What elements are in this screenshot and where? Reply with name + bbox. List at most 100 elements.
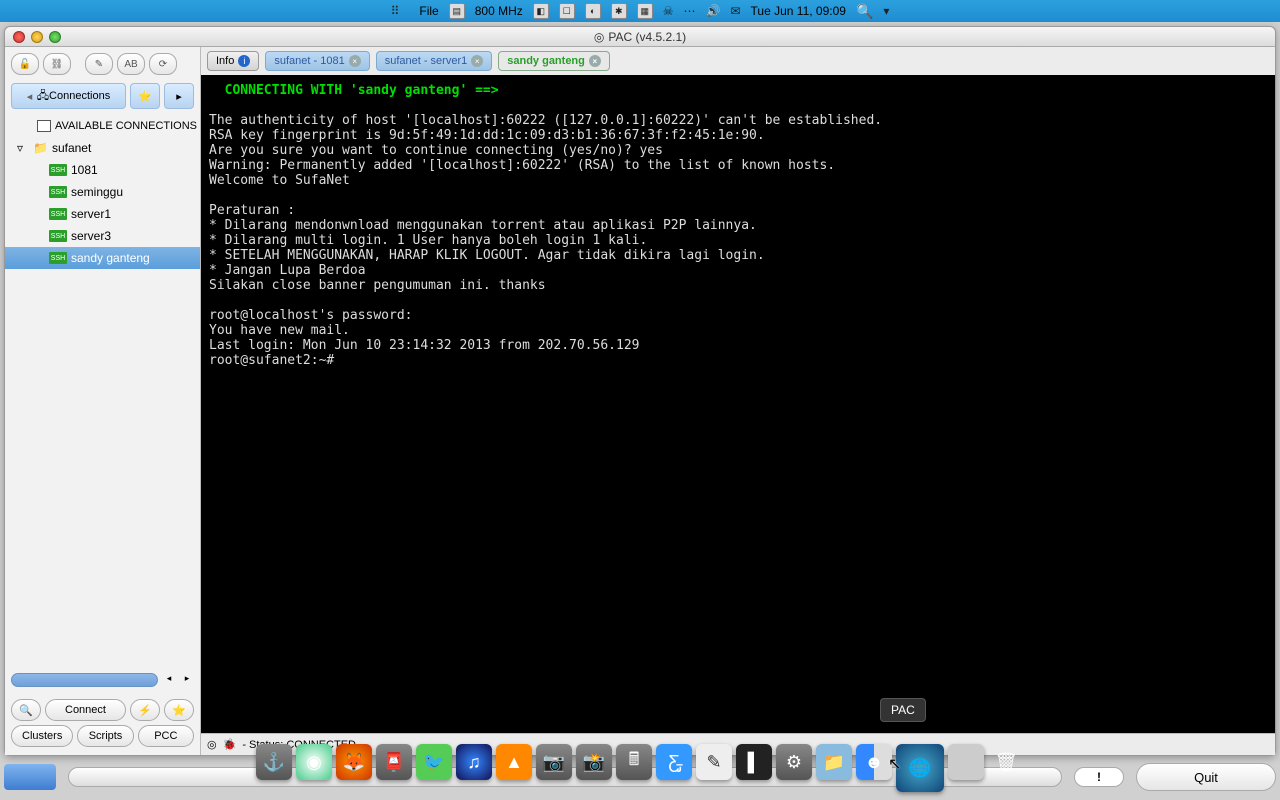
cpu-icon: ▤ bbox=[449, 3, 465, 19]
nav-right-tab[interactable]: ▸ bbox=[164, 83, 194, 109]
quit-button[interactable]: Quit bbox=[1136, 763, 1276, 791]
toolbar-refresh-button[interactable]: ⟳ bbox=[149, 53, 177, 75]
dock-finder-icon[interactable]: ☻ bbox=[856, 744, 892, 780]
pac-window: ◎ PAC (v4.5.2.1) 🔓 ⛓ ✎ AB ⟳ ◂ 🖧 Connecti… bbox=[4, 26, 1276, 756]
tree-item-server3[interactable]: SSH server3 bbox=[5, 225, 200, 247]
tray-icon-chat[interactable]: ⋯ bbox=[684, 4, 696, 18]
dock-textedit-icon[interactable]: ✎ bbox=[696, 744, 732, 780]
window-title: PAC (v4.5.2.1) bbox=[608, 30, 686, 44]
tab-close-icon[interactable]: × bbox=[471, 55, 483, 67]
terminal-header-line: CONNECTING WITH 'sandy ganteng' ==> bbox=[209, 83, 499, 98]
scroll-right-icon[interactable]: ▸ bbox=[180, 673, 194, 687]
info-icon: i bbox=[238, 55, 250, 67]
alert-button[interactable]: ! bbox=[1074, 767, 1124, 787]
search-button[interactable]: 🔍 bbox=[11, 699, 41, 721]
tab-close-icon[interactable]: × bbox=[349, 55, 361, 67]
tray-icon-1[interactable]: ◧ bbox=[533, 3, 549, 19]
folder-label: sufanet bbox=[52, 141, 91, 155]
toolbar-edit-button[interactable]: ✎ bbox=[85, 53, 113, 75]
dock: ⚓ ◉ 🦊 📮 🐦 ♫ ▲ 📷 📸 🖩 Ƹ̵̡ ✎ ▌ ⚙ 📁 ☻ 🌐 🗑 bbox=[252, 740, 1028, 796]
tree-item-label: sandy ganteng bbox=[71, 251, 150, 265]
bug-icon: 🐞 bbox=[223, 738, 237, 751]
sidebar: 🔓 ⛓ ✎ AB ⟳ ◂ 🖧 Connections ⭐ ▸ bbox=[5, 47, 201, 755]
dock-files-icon[interactable]: 📁 bbox=[816, 744, 852, 780]
connections-tab[interactable]: ◂ 🖧 Connections bbox=[11, 83, 126, 109]
ssh-icon: SSH bbox=[49, 230, 67, 242]
tab-close-icon[interactable]: × bbox=[589, 55, 601, 67]
tab-info-label: Info bbox=[216, 55, 234, 67]
tab-sufanet-server1[interactable]: sufanet - server1 × bbox=[376, 51, 493, 71]
toolbar-unlock-button[interactable]: 🔓 bbox=[11, 53, 39, 75]
tree-header-label: AVAILABLE CONNECTIONS bbox=[55, 120, 197, 132]
tree-item-server1[interactable]: SSH server1 bbox=[5, 203, 200, 225]
dock-anchor-icon[interactable]: ⚓ bbox=[256, 744, 292, 780]
tray-icon-globe[interactable]: ◐ bbox=[585, 3, 601, 19]
pcc-button[interactable]: PCC bbox=[138, 725, 194, 747]
menu-chevron-icon[interactable]: ▾ bbox=[883, 4, 889, 18]
tree-item-1081[interactable]: SSH 1081 bbox=[5, 159, 200, 181]
tree-folder-sufanet[interactable]: ▿ 📁 sufanet bbox=[5, 137, 200, 159]
cpu-speed: 800 MHz bbox=[475, 4, 523, 18]
bottom-blue-block[interactable] bbox=[4, 764, 56, 790]
connect-button[interactable]: Connect bbox=[45, 699, 126, 721]
terminal-body: The authenticity of host '[localhost]:60… bbox=[209, 113, 882, 368]
ssh-icon: SSH bbox=[49, 208, 67, 220]
tab-sufanet-1081[interactable]: sufanet - 1081 × bbox=[265, 51, 369, 71]
favorites-tab[interactable]: ⭐ bbox=[130, 83, 160, 109]
close-icon[interactable] bbox=[13, 31, 25, 43]
hscroll-track[interactable] bbox=[11, 673, 158, 687]
dock-pidgin-icon[interactable]: 🐦 bbox=[416, 744, 452, 780]
tray-icon-puzzle[interactable]: ▦ bbox=[637, 3, 653, 19]
tray-icon-gear[interactable]: ✱ bbox=[611, 3, 627, 19]
nav-left-icon[interactable]: ◂ bbox=[27, 90, 37, 103]
pac-icon: ◎ bbox=[207, 738, 217, 751]
dock-terminal-icon[interactable]: ▌ bbox=[736, 744, 772, 780]
dock-blank-icon[interactable] bbox=[948, 744, 984, 780]
dock-trash-icon[interactable]: 🗑 bbox=[988, 744, 1024, 780]
tree-item-label: 1081 bbox=[71, 163, 98, 177]
toolbar-link-button[interactable]: ⛓ bbox=[43, 53, 71, 75]
spotlight-icon[interactable]: 🔍 bbox=[856, 3, 873, 20]
dock-shutter-icon[interactable]: 📷 bbox=[536, 744, 572, 780]
tray-icon-skull[interactable]: ☠ bbox=[663, 4, 674, 18]
dock-chrome-icon[interactable]: ◉ bbox=[296, 744, 332, 780]
ssh-icon: SSH bbox=[49, 252, 67, 264]
menubar-clock: Tue Jun 11, 09:09 bbox=[751, 4, 846, 18]
tab-info[interactable]: Info i bbox=[207, 51, 259, 71]
folder-icon: 📁 bbox=[33, 141, 48, 155]
system-menubar: ⠿ File ▤ 800 MHz ◧ ☐ ◐ ✱ ▦ ☠ ⋯ 🔊 ✉ Tue J… bbox=[0, 0, 1280, 22]
dock-butterfly-icon[interactable]: Ƹ̵̡ bbox=[656, 744, 692, 780]
dock-stamp-icon[interactable]: 📮 bbox=[376, 744, 412, 780]
favorite-button[interactable]: ⭐ bbox=[164, 699, 194, 721]
tree-item-sandy-ganteng[interactable]: SSH sandy ganteng bbox=[5, 247, 200, 269]
scroll-left-icon[interactable]: ◂ bbox=[162, 673, 176, 687]
dock-firefox-icon[interactable]: 🦊 bbox=[336, 744, 372, 780]
dock-vlc-icon[interactable]: ▲ bbox=[496, 744, 532, 780]
dock-calc-icon[interactable]: 🖩 bbox=[616, 744, 652, 780]
tab-label: sufanet - server1 bbox=[385, 55, 468, 67]
dock-settings-icon[interactable]: ⚙ bbox=[776, 744, 812, 780]
tree-header: AVAILABLE CONNECTIONS bbox=[5, 115, 200, 137]
tree-item-seminggu[interactable]: SSH seminggu bbox=[5, 181, 200, 203]
zoom-icon[interactable] bbox=[49, 31, 61, 43]
scripts-button[interactable]: Scripts bbox=[77, 725, 133, 747]
mail-icon[interactable]: ✉ bbox=[730, 4, 740, 18]
menu-file[interactable]: File bbox=[419, 4, 438, 18]
tab-sandy-ganteng[interactable]: sandy ganteng × bbox=[498, 51, 610, 71]
lightning-button[interactable]: ⚡ bbox=[130, 699, 160, 721]
minimize-icon[interactable] bbox=[31, 31, 43, 43]
dock-itunes-icon[interactable]: ♫ bbox=[456, 744, 492, 780]
volume-icon[interactable]: 🔊 bbox=[706, 4, 721, 18]
dock-camera-icon[interactable]: 📸 bbox=[576, 744, 612, 780]
toolbar-rename-button[interactable]: AB bbox=[117, 53, 145, 75]
tree-item-label: server3 bbox=[71, 229, 111, 243]
connections-tree: AVAILABLE CONNECTIONS ▿ 📁 sufanet SSH 10… bbox=[5, 111, 200, 665]
session-tabs: Info i sufanet - 1081 × sufanet - server… bbox=[201, 47, 1275, 75]
expand-icon[interactable]: ▿ bbox=[17, 141, 29, 155]
tray-icon-2[interactable]: ☐ bbox=[559, 3, 575, 19]
sidebar-scrollbar[interactable]: ◂ ▸ bbox=[5, 665, 200, 695]
dock-pac-icon[interactable]: 🌐 bbox=[896, 744, 944, 792]
clusters-button[interactable]: Clusters bbox=[11, 725, 73, 747]
titlebar[interactable]: ◎ PAC (v4.5.2.1) bbox=[5, 27, 1275, 47]
terminal[interactable]: CONNECTING WITH 'sandy ganteng' ==> The … bbox=[201, 75, 1275, 733]
